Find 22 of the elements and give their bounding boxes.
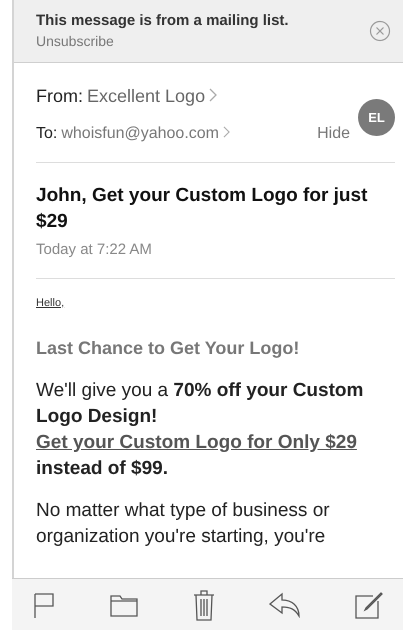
to-label: To: <box>36 124 58 144</box>
banner-text: This message is from a mailing list. <box>36 11 290 31</box>
hide-link[interactable]: Hide <box>317 122 350 146</box>
body-paragraph: We'll give you a 70% off your Custom Logo Design! Get your Custom Logo for Only $29 instead of $99. <box>36 379 364 481</box>
from-label: From: <box>36 85 83 108</box>
sender-avatar: EL <box>358 99 395 136</box>
compose-icon[interactable] <box>355 590 383 618</box>
email-subject: John, Get your Custom Logo for just $29 <box>36 184 368 234</box>
email-heading: Last Chance to Get Your Logo! <box>36 337 300 360</box>
unsubscribe-link[interactable]: Unsubscribe <box>36 31 114 51</box>
body-paragraph: No matter what type of business or organization you're starting, you're <box>36 499 331 549</box>
chevron-icon <box>209 88 218 102</box>
flag-icon[interactable] <box>32 590 56 618</box>
chevron-icon <box>223 126 230 138</box>
offer-link[interactable]: Get your Custom Logo for Only $29 <box>36 432 357 453</box>
email-date: Today at 7:22 AM <box>36 240 153 260</box>
reply-icon[interactable] <box>269 592 302 618</box>
sender-name[interactable]: Excellent Logo <box>87 83 206 110</box>
greeting-text: Hello, <box>36 296 64 310</box>
recipient-address[interactable]: whoisfun@yahoo.com <box>61 122 219 146</box>
trash-icon[interactable] <box>192 588 216 620</box>
folder-icon[interactable] <box>110 592 138 616</box>
